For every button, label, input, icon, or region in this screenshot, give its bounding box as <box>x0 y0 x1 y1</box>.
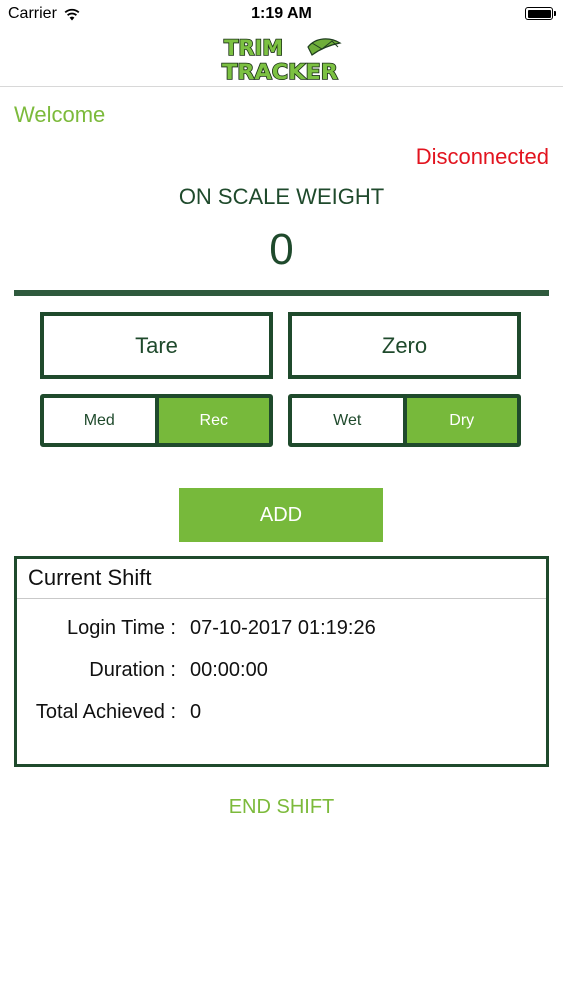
battery-icon <box>525 7 556 20</box>
weight-value: 0 <box>269 225 294 274</box>
segment-med[interactable]: Med <box>44 398 155 443</box>
current-shift-title: Current Shift <box>17 559 546 599</box>
tare-button[interactable]: Tare <box>40 312 273 379</box>
shift-row-label: Total Achieved : <box>35 701 176 723</box>
segment-wet[interactable]: Wet <box>292 398 403 443</box>
add-button[interactable]: ADD <box>179 488 383 542</box>
trim-tracker-logo: TRIM TRACKER <box>221 35 342 83</box>
shift-row-value: 07-10-2017 01:19:26 <box>190 617 376 639</box>
nav-bar: TRIM TRACKER <box>0 30 563 87</box>
connection-status: Disconnected <box>415 144 549 169</box>
shift-row-value: 0 <box>190 701 202 723</box>
welcome-label: Welcome <box>14 102 106 127</box>
zero-button[interactable]: Zero <box>288 312 521 379</box>
shift-row-value: 00:00:00 <box>190 659 268 681</box>
logo-line2: TRACKER <box>222 60 338 83</box>
segment-rec[interactable]: Rec <box>158 398 269 443</box>
status-time: 1:19 AM <box>251 5 312 22</box>
weight-divider <box>14 290 549 296</box>
end-shift-button[interactable]: END SHIFT <box>0 796 563 819</box>
weight-title: ON SCALE WEIGHT <box>178 184 385 209</box>
current-shift-card: Current Shift Login Time : 07-10-2017 01… <box>14 556 549 767</box>
segment-dry[interactable]: Dry <box>406 398 517 443</box>
logo-line1: TRIM <box>224 36 283 60</box>
status-bar: Carrier 1:19 AM <box>0 0 563 30</box>
med-rec-segmented-control: Med Rec <box>40 394 273 447</box>
wet-dry-segmented-control: Wet Dry <box>288 394 521 447</box>
shift-row-label: Duration : <box>89 659 176 681</box>
shift-row-label: Login Time : <box>67 617 176 639</box>
